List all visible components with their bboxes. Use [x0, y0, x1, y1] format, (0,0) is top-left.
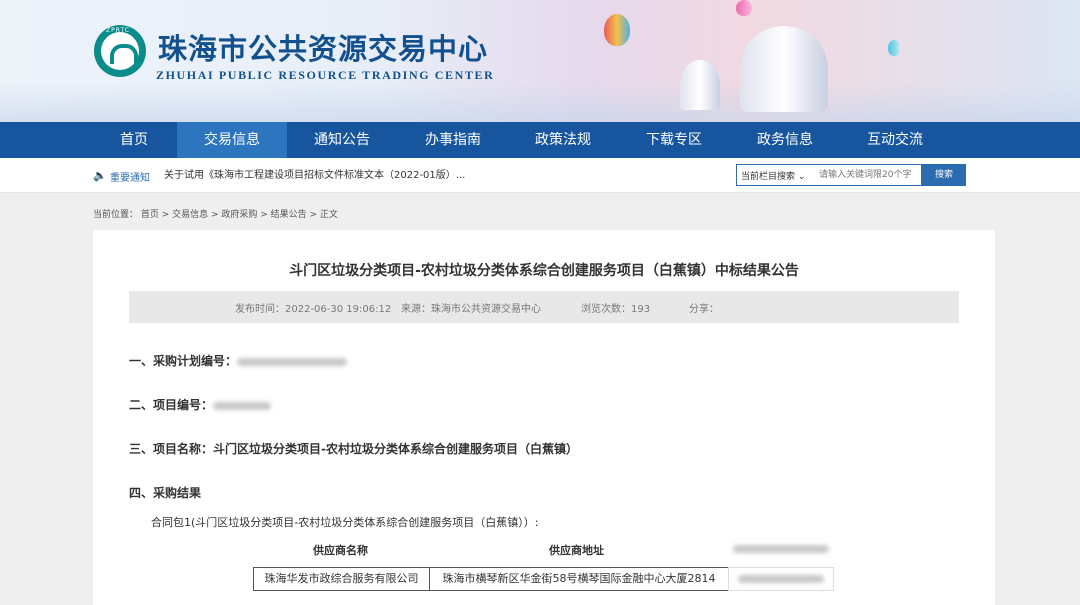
breadcrumb[interactable]: 当前位置： 首页 > 交易信息 > 政府采购 > 结果公告 > 正文 — [93, 207, 338, 220]
site-title[interactable]: 珠海市公共资源交易中心 — [158, 26, 488, 68]
section-project-number: 二、项目编号： — [129, 396, 272, 413]
view-count: 浏览次数：193 — [581, 304, 651, 315]
banner-skyline-haze — [0, 82, 1080, 122]
header-banner: ZPRTC 珠海市公共资源交易中心 ZHUHAI PUBLIC RESOURCE… — [0, 0, 1080, 122]
redacted-value — [733, 545, 829, 553]
nav-item-gov-info[interactable]: 政务信息 — [730, 122, 840, 158]
table-cell-supplier-address: 珠海市横琴新区华金街58号横琴国际金融中心大厦2814 — [429, 567, 729, 591]
nav-item-policy[interactable]: 政策法规 — [508, 122, 618, 158]
table-cell-redacted — [728, 567, 834, 591]
article-card: 斗门区垃圾分类项目-农村垃圾分类体系综合创建服务项目（白蕉镇）中标结果公告 发布… — [93, 230, 995, 605]
article-source: 来源：珠海市公共资源交易中心 — [401, 304, 541, 315]
redacted-value — [237, 357, 348, 366]
speaker-icon: 🔈 — [93, 169, 107, 182]
nav-item-interaction[interactable]: 互动交流 — [840, 122, 950, 158]
nav-item-guide[interactable]: 办事指南 — [398, 122, 508, 158]
nav-item-trading-info[interactable]: 交易信息 — [177, 122, 287, 158]
section-plan-number: 一、采购计划编号： — [129, 352, 348, 369]
site-subtitle: ZHUHAI PUBLIC RESOURCE TRADING CENTER — [156, 68, 495, 82]
search-button[interactable]: 搜索 — [922, 164, 966, 186]
chevron-down-icon: ⌄ — [797, 172, 806, 182]
search-input[interactable] — [819, 166, 919, 184]
balloon-icon — [604, 14, 630, 46]
logo-tag: ZPRTC — [106, 27, 130, 34]
search-category-select[interactable]: 当前栏目搜索 ⌄ — [741, 169, 805, 182]
balloon-icon — [736, 0, 752, 16]
main-nav: 首页 交易信息 通知公告 办事指南 政策法规 下载专区 政务信息 互动交流 — [0, 122, 1080, 158]
nav-item-home[interactable]: 首页 — [79, 122, 189, 158]
site-logo-icon[interactable]: ZPRTC — [94, 25, 146, 77]
nav-item-downloads[interactable]: 下载专区 — [619, 122, 729, 158]
opera-house-icon — [740, 26, 828, 112]
opera-house-icon — [680, 60, 720, 110]
share-label[interactable]: 分享： — [689, 300, 719, 315]
table-header-supplier-address: 供应商地址 — [549, 544, 604, 557]
notice-label: 重要通知 — [110, 173, 150, 184]
package-line: 合同包1(斗门区垃圾分类项目-农村垃圾分类体系综合创建服务项目（白蕉镇））: — [151, 516, 539, 529]
table-header-redacted — [733, 542, 829, 555]
balloon-icon — [888, 40, 900, 56]
table-header-supplier-name: 供应商名称 — [313, 544, 368, 557]
redacted-value — [213, 401, 272, 410]
search-box: 当前栏目搜索 ⌄ — [736, 164, 922, 186]
article-meta-bar: 发布时间：2022-06-30 19:06:12 来源：珠海市公共资源交易中心 … — [129, 291, 959, 323]
article-title: 斗门区垃圾分类项目-农村垃圾分类体系综合创建服务项目（白蕉镇）中标结果公告 — [289, 263, 799, 279]
section-result: 四、采购结果 — [129, 486, 202, 500]
publish-time: 发布时间：2022-06-30 19:06:12 — [235, 304, 392, 315]
section-project-name: 三、项目名称：斗门区垃圾分类项目-农村垃圾分类体系综合创建服务项目（白蕉镇） — [129, 442, 578, 456]
table-cell-supplier-name: 珠海华发市政综合服务有限公司 — [253, 567, 430, 591]
nav-item-notices[interactable]: 通知公告 — [287, 122, 397, 158]
notice-link[interactable]: 关于试用《珠海市工程建设项目招标文件标准文本（2022-01版）... — [164, 166, 494, 181]
